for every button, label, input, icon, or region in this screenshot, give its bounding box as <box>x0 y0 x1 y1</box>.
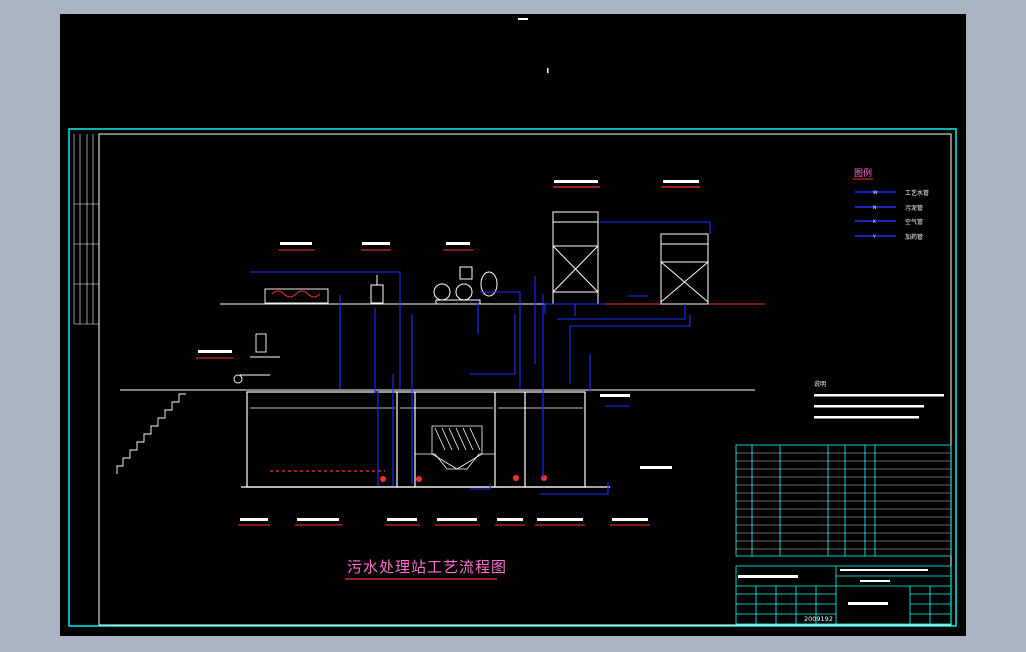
screen-well <box>233 333 280 384</box>
legend-row: N 污泥管 <box>855 204 923 212</box>
legend-code: W <box>873 190 878 196</box>
legend-code: N <box>873 205 876 211</box>
tower-2 <box>660 233 709 305</box>
legend-label: 污泥管 <box>905 204 923 212</box>
model-space-mark <box>547 68 549 73</box>
legend-title: 图例 <box>854 167 872 179</box>
sludge-press <box>264 288 329 304</box>
title-block <box>735 565 952 625</box>
legend-row: W 工艺水管 <box>855 189 929 197</box>
legend-label: 空气管 <box>905 218 923 226</box>
inner-frame <box>98 133 952 626</box>
legend-code: Y <box>872 234 876 240</box>
legend-code: K <box>873 219 877 225</box>
cad-drawing: 图例 W 工艺水管 N 污泥管 K 空气管 Y 加药管 说明 2009192 污… <box>68 18 957 627</box>
stairs <box>116 393 186 474</box>
legend-row: Y 加药管 <box>855 233 923 241</box>
model-space-mark <box>518 18 528 20</box>
legend-label: 工艺水管 <box>905 189 929 197</box>
drawing-number: 2009192 <box>804 615 833 623</box>
tower-1 <box>552 211 599 305</box>
ground-levels <box>120 303 765 391</box>
drawing-title: 污水处理站工艺流程图 <box>347 558 507 576</box>
notes-title: 说明 <box>814 380 826 388</box>
blower <box>433 266 498 305</box>
legend: 图例 W 工艺水管 N 污泥管 K 空气管 Y 加药管 <box>853 167 929 241</box>
outer-frame <box>68 128 957 627</box>
binding-strip <box>73 134 99 325</box>
table-rows <box>736 452 951 550</box>
settling-hopper <box>415 425 495 470</box>
pump-icons <box>380 475 547 482</box>
pipelines <box>250 221 711 495</box>
equipment-labels <box>196 249 650 526</box>
cad-drawing-viewport[interactable]: 图例 W 工艺水管 N 污泥管 K 空气管 Y 加药管 说明 2009192 污… <box>60 14 966 636</box>
title-block-glyphs <box>738 569 928 605</box>
label-glyphs <box>198 180 699 521</box>
equipment-table <box>735 444 952 557</box>
tank-structure <box>241 391 610 488</box>
notes: 说明 <box>814 380 944 419</box>
legend-row: K 空气管 <box>855 218 923 226</box>
legend-label: 加药管 <box>905 233 923 241</box>
dosing-unit <box>370 275 384 304</box>
